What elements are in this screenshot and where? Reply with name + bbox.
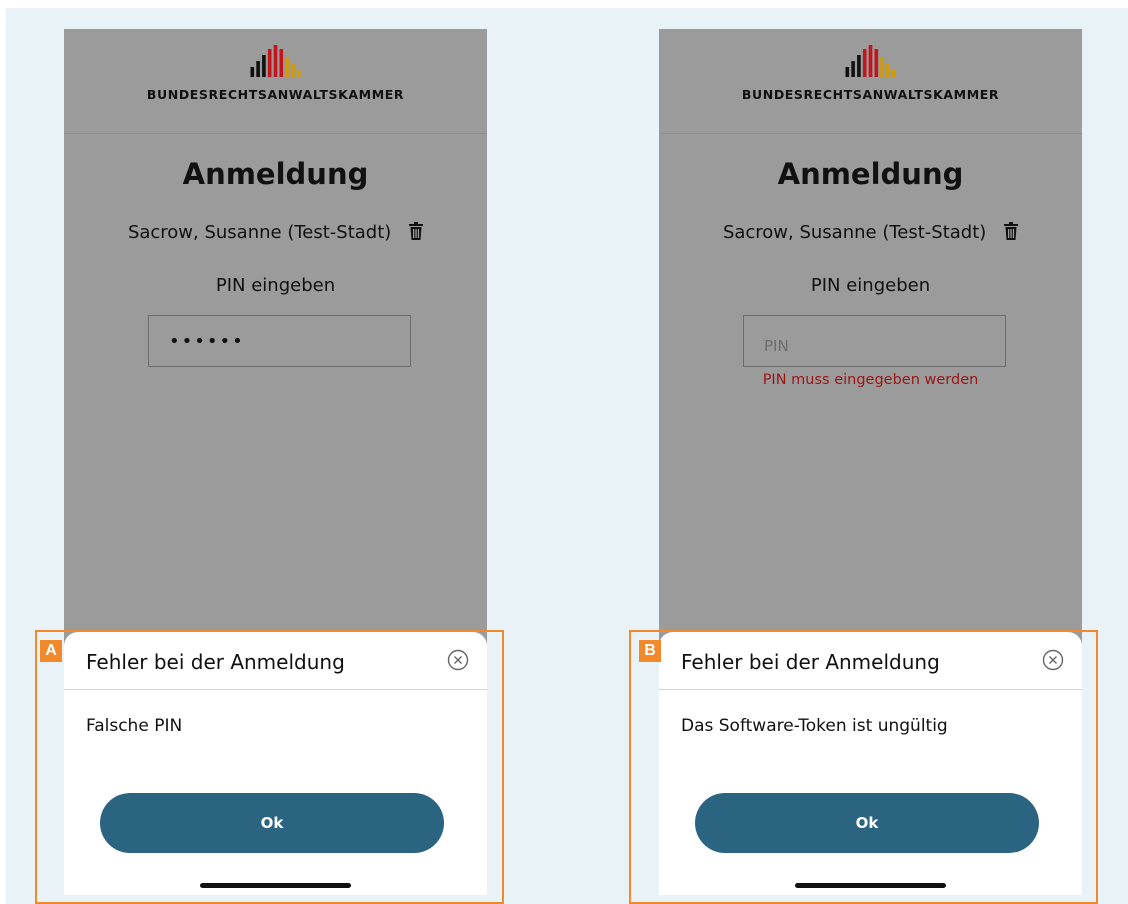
account-name: Sacrow, Susanne (Test-Stadt) bbox=[127, 222, 392, 243]
dialog-message: Das Software-Token ist ungültig bbox=[681, 716, 948, 736]
pin-error-message: PIN muss eingegeben werden bbox=[762, 372, 979, 388]
logo-bar bbox=[273, 45, 278, 77]
dialog-title: Fehler bei der Anmeldung bbox=[681, 650, 940, 674]
trash-icon[interactable] bbox=[1004, 222, 1019, 240]
dialog-divider bbox=[64, 689, 487, 690]
pin-label: PIN eingeben bbox=[215, 275, 336, 296]
error-dialog: Fehler bei der Anmeldung Falsche PIN Ok bbox=[64, 632, 487, 895]
home-indicator bbox=[795, 883, 946, 888]
logo-bar bbox=[868, 45, 873, 77]
home-indicator bbox=[200, 883, 351, 888]
phone-screen-b: BUNDESRECHTSANWALTSKAMMER Anmeldung Sacr… bbox=[659, 29, 1082, 895]
callout-badge-a: A bbox=[40, 640, 62, 662]
logo-bar bbox=[857, 55, 861, 77]
dialog-title: Fehler bei der Anmeldung bbox=[86, 650, 345, 674]
brand-name: BUNDESRECHTSANWALTSKAMMER bbox=[146, 87, 405, 102]
logo-bar bbox=[296, 69, 301, 77]
page-title: Anmeldung bbox=[182, 157, 369, 191]
brand-name: BUNDESRECHTSANWALTSKAMMER bbox=[741, 87, 1000, 102]
pin-input[interactable] bbox=[743, 315, 1006, 367]
logo-bar bbox=[262, 55, 266, 77]
logo-bar bbox=[256, 61, 260, 77]
logo-bar bbox=[851, 61, 855, 77]
error-dialog: Fehler bei der Anmeldung Das Software-To… bbox=[659, 632, 1082, 895]
logo-bar bbox=[285, 57, 289, 77]
app-header: BUNDESRECHTSANWALTSKAMMER bbox=[64, 29, 487, 134]
pin-label: PIN eingeben bbox=[810, 275, 931, 296]
account-row: Sacrow, Susanne (Test-Stadt) bbox=[64, 222, 487, 243]
logo-bar bbox=[267, 49, 272, 77]
ok-button[interactable]: Ok bbox=[100, 793, 444, 853]
account-row: Sacrow, Susanne (Test-Stadt) bbox=[659, 222, 1082, 243]
logo-bar bbox=[845, 67, 850, 77]
brak-logo-icon bbox=[845, 45, 896, 77]
ok-button[interactable]: Ok bbox=[695, 793, 1039, 853]
logo-bar bbox=[291, 63, 295, 77]
logo-bar bbox=[279, 49, 284, 77]
pin-input[interactable] bbox=[148, 315, 411, 367]
logo-bar bbox=[886, 63, 890, 77]
brak-logo-icon bbox=[250, 45, 301, 77]
dialog-divider bbox=[659, 689, 1082, 690]
close-icon[interactable] bbox=[1042, 649, 1064, 671]
logo-bar bbox=[874, 49, 879, 77]
dialog-message: Falsche PIN bbox=[86, 716, 183, 736]
phone-screen-a: BUNDESRECHTSANWALTSKAMMER Anmeldung Sacr… bbox=[64, 29, 487, 895]
logo-bar bbox=[880, 57, 884, 77]
page-title: Anmeldung bbox=[777, 157, 964, 191]
trash-icon[interactable] bbox=[409, 222, 424, 240]
logo-bar bbox=[891, 69, 896, 77]
account-name: Sacrow, Susanne (Test-Stadt) bbox=[722, 222, 987, 243]
logo-bar bbox=[250, 67, 255, 77]
logo-bar bbox=[862, 49, 867, 77]
close-icon[interactable] bbox=[447, 649, 469, 671]
app-header: BUNDESRECHTSANWALTSKAMMER bbox=[659, 29, 1082, 134]
callout-badge-b: B bbox=[639, 640, 661, 662]
